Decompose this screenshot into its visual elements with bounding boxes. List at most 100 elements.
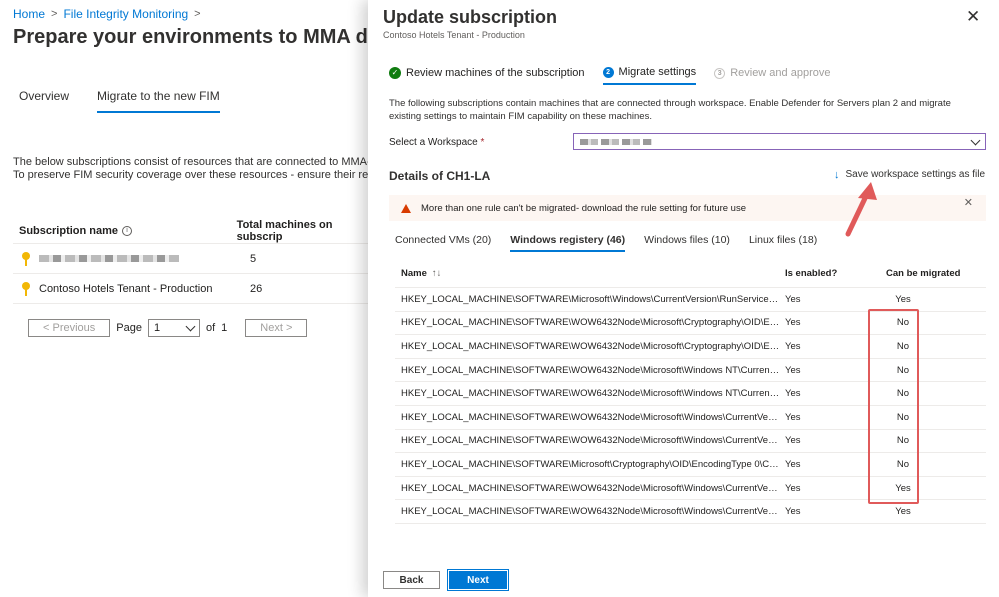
header-label: Name — [401, 268, 427, 279]
enabled-cell: Yes — [785, 482, 801, 494]
migrated-value: Yes — [895, 506, 911, 518]
step-review-approve[interactable]: 3 Review and approve — [714, 67, 830, 84]
rule-tabs: Connected VMs (20) Windows registery (46… — [395, 234, 817, 252]
registry-key: HKEY_LOCAL_MACHINE\SOFTWARE\WOW6432Node\… — [401, 317, 780, 329]
step-number: 3 — [714, 67, 726, 79]
registry-key: HKEY_LOCAL_MACHINE\SOFTWARE\WOW6432Node\… — [401, 482, 780, 494]
description-line: To preserve FIM security coverage over t… — [13, 169, 428, 181]
previous-button[interactable]: < Previous — [28, 319, 111, 337]
enabled-cell: Yes — [785, 506, 801, 518]
step-label: Review and approve — [730, 67, 831, 79]
wizard-steps: ✓ Review machines of the subscription 2 … — [389, 66, 848, 85]
enabled-cell: Yes — [785, 364, 801, 376]
enabled-cell: Yes — [785, 317, 801, 329]
enabled-cell: Yes — [785, 340, 801, 352]
registry-key: HKEY_LOCAL_MACHINE\SOFTWARE\WOW6432Node\… — [401, 340, 780, 352]
required-marker: * — [480, 137, 485, 148]
tab-windows-registry[interactable]: Windows registery (46) — [510, 234, 626, 252]
chevron-down-icon — [185, 321, 196, 332]
redacted-workspace — [580, 138, 652, 145]
panel-description: The following subscriptions contain mach… — [389, 98, 951, 122]
warning-banner: More than one rule can't be migrated- do… — [389, 195, 986, 221]
step-number: 2 — [602, 66, 614, 78]
enabled-cell: Yes — [785, 435, 801, 447]
subscription-cell: Contoso Hotels Tenant - Production — [21, 281, 250, 296]
tab-windows-files[interactable]: Windows files (10) — [644, 234, 730, 252]
page-tabs: Overview Migrate to the new FIM — [19, 89, 220, 113]
breadcrumb-home[interactable]: Home — [13, 7, 45, 21]
breadcrumb-fim[interactable]: File Integrity Monitoring — [63, 7, 188, 21]
next-button[interactable]: Next — [449, 571, 507, 589]
chevron-right-icon: > — [51, 8, 58, 20]
description-line: The below subscriptions consist of resou… — [13, 156, 423, 168]
tab-overview[interactable]: Overview — [19, 89, 69, 113]
total-cell: 26 — [250, 282, 263, 295]
enabled-cell: Yes — [785, 411, 801, 423]
registry-key: HKEY_LOCAL_MACHINE\SOFTWARE\Microsoft\Cr… — [401, 458, 780, 470]
of-label: of — [205, 322, 216, 334]
workspace-select[interactable] — [573, 133, 986, 150]
key-icon — [21, 281, 31, 296]
close-icon[interactable]: ✕ — [966, 8, 980, 25]
pager: < Previous Page 1 of 1 Next > — [28, 319, 308, 337]
total-pages: 1 — [221, 322, 228, 334]
header-label: Subscription name — [19, 224, 119, 237]
sort-icon[interactable]: ↑↓ — [432, 268, 442, 279]
registry-key: HKEY_LOCAL_MACHINE\SOFTWARE\WOW6432Node\… — [401, 435, 780, 447]
registry-key: HKEY_LOCAL_MACHINE\SOFTWARE\WOW6432Node\… — [401, 411, 780, 423]
info-icon[interactable]: i — [122, 225, 133, 236]
close-icon[interactable]: ✕ — [964, 196, 973, 209]
subscription-cell — [21, 251, 250, 266]
step-label: Migrate settings — [618, 66, 697, 78]
enabled-cell: Yes — [785, 458, 801, 470]
tab-migrate[interactable]: Migrate to the new FIM — [97, 89, 220, 113]
registry-key: HKEY_LOCAL_MACHINE\SOFTWARE\WOW6432Node\… — [401, 364, 780, 376]
header-enabled: Is enabled? — [785, 268, 838, 279]
migrated-cell: Yes — [881, 506, 986, 517]
total-cell: 5 — [250, 252, 257, 265]
workspace-label: Select a Workspace * — [389, 137, 484, 148]
enabled-cell: Yes — [785, 293, 801, 305]
workspace-label-text: Select a Workspace — [389, 137, 478, 148]
page-description: The below subscriptions consist of resou… — [13, 156, 428, 182]
migrated-cell: Yes — [881, 294, 986, 305]
subscription-name: Contoso Hotels Tenant - Production — [39, 282, 213, 295]
step-review-machines[interactable]: ✓ Review machines of the subscription — [389, 67, 585, 84]
registry-key: HKEY_LOCAL_MACHINE\SOFTWARE\WOW6432Node\… — [401, 506, 780, 518]
page-value: 1 — [153, 322, 161, 334]
chevron-right-icon: > — [194, 8, 201, 20]
back-button[interactable]: Back — [383, 571, 440, 589]
check-circle-icon: ✓ — [389, 67, 401, 79]
tab-connected-vms[interactable]: Connected VMs (20) — [395, 234, 491, 252]
registry-key: HKEY_LOCAL_MACHINE\SOFTWARE\WOW6432Node\… — [401, 388, 780, 400]
footer-buttons: Back Next — [383, 571, 507, 589]
table-row[interactable]: Contoso Hotels Tenant - Production 26 — [13, 274, 373, 304]
header-subscription: Subscription name i — [19, 225, 237, 237]
step-migrate-settings[interactable]: 2 Migrate settings — [602, 66, 697, 85]
highlight-box — [868, 309, 919, 504]
panel-title: Update subscription — [383, 7, 558, 27]
header-migrated: Can be migrated — [886, 268, 961, 279]
redacted-name — [39, 255, 179, 262]
details-title: Details of CH1-LA — [389, 169, 491, 183]
warning-icon — [401, 203, 411, 213]
chevron-down-icon — [970, 135, 981, 145]
table-header: Name ↑↓ Is enabled? Can be migrated — [395, 260, 986, 288]
header-total: Total machines on subscrip — [236, 218, 333, 243]
step-label: Review machines of the subscription — [406, 67, 585, 79]
tab-linux-files[interactable]: Linux files (18) — [749, 234, 817, 252]
table-header: Subscription name i Total machines on su… — [13, 218, 373, 244]
migrated-value: Yes — [895, 293, 911, 305]
update-subscription-panel: Update subscription Contoso Hotels Tenan… — [368, 0, 999, 597]
page-label: Page — [116, 322, 142, 334]
subscriptions-table: Subscription name i Total machines on su… — [13, 218, 373, 304]
breadcrumb: Home > File Integrity Monitoring > — [13, 7, 201, 21]
page-select[interactable]: 1 — [147, 319, 200, 337]
key-icon — [21, 251, 31, 266]
panel-subtitle: Contoso Hotels Tenant - Production — [383, 30, 525, 40]
warning-text: More than one rule can't be migrated- do… — [421, 202, 747, 214]
next-page-button[interactable]: Next > — [245, 319, 308, 337]
header-name[interactable]: Name ↑↓ — [395, 268, 780, 279]
enabled-cell: Yes — [785, 388, 801, 400]
table-row[interactable]: 5 — [13, 244, 373, 274]
